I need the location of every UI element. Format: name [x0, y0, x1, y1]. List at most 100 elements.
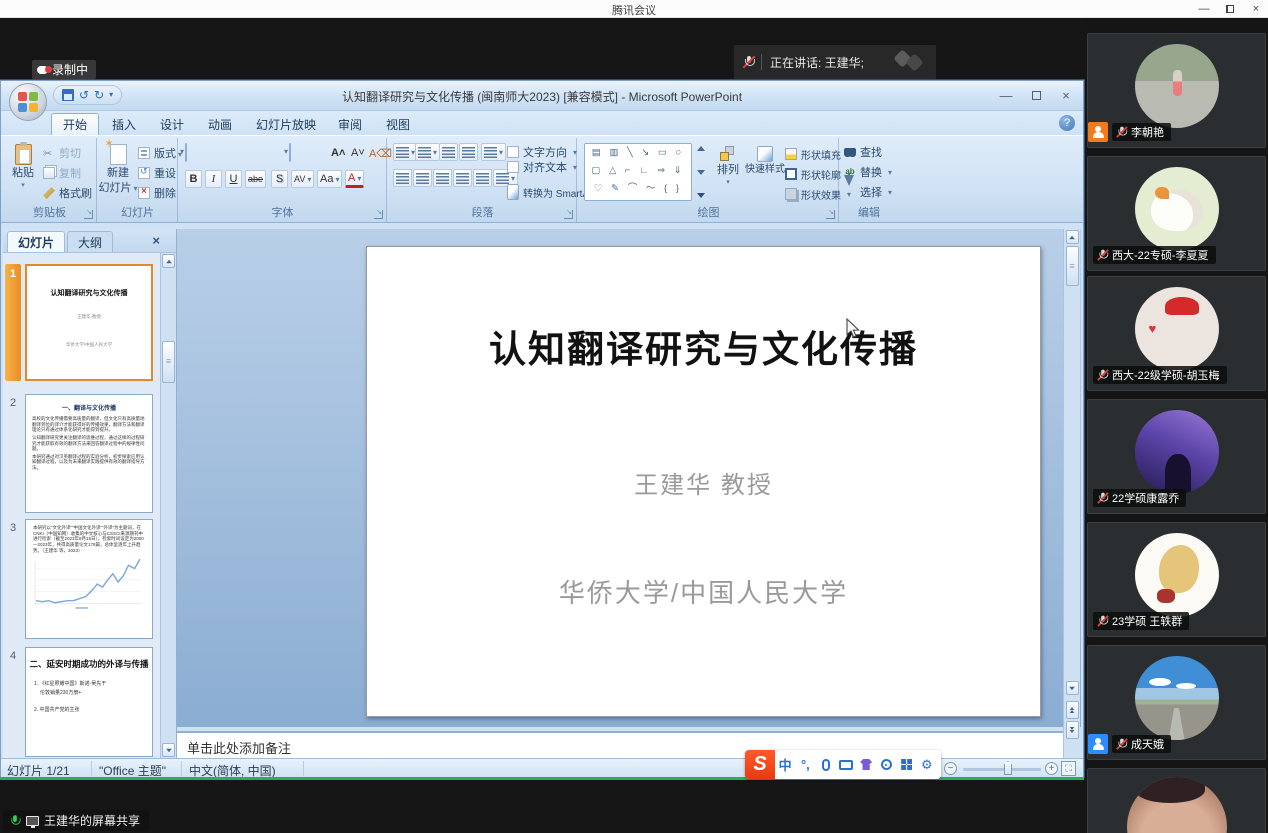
character-spacing-button[interactable]: AV: [291, 170, 314, 188]
zoom-slider-thumb[interactable]: [1004, 761, 1012, 775]
select-button[interactable]: 选择: [844, 183, 892, 201]
tab-animations[interactable]: 动画: [197, 113, 243, 135]
new-slide-button[interactable]: 新建 幻灯片: [98, 140, 138, 194]
tab-home[interactable]: 开始: [51, 113, 99, 135]
ppt-minimize-button[interactable]: —: [991, 85, 1021, 105]
tab-slides-thumbnails[interactable]: 幻灯片: [7, 231, 65, 252]
delete-slide-button[interactable]: 删除: [138, 184, 176, 202]
distribute-button[interactable]: [473, 169, 492, 187]
align-left-button[interactable]: [393, 169, 412, 187]
os-minimize-button[interactable]: —: [1192, 0, 1216, 18]
slide-thumbnail-4[interactable]: 二、延安时期成功的外译与传播 1. 《红星照耀中国》斯诺-吴先干 伦敦销量230…: [25, 647, 153, 757]
slide-thumbnail-3[interactable]: 本研究以“文化外译”“中国文化外译”“外译”为主题词，在CNKI（中国知网）收集…: [25, 519, 153, 639]
save-button[interactable]: [62, 89, 74, 101]
paste-dropdown[interactable]: ▾: [21, 182, 25, 190]
slide-author[interactable]: 王建华 教授: [367, 465, 1040, 500]
previous-slide-button[interactable]: [1066, 701, 1079, 719]
reset-button[interactable]: 重设: [138, 164, 176, 182]
undo-button[interactable]: ↺: [79, 89, 89, 101]
participant-tile[interactable]: [1087, 768, 1266, 833]
drawing-dialog-launcher[interactable]: ↘: [826, 210, 835, 219]
tab-design[interactable]: 设计: [149, 113, 195, 135]
office-button[interactable]: [9, 83, 47, 121]
scroll-thumb[interactable]: [1066, 246, 1079, 286]
fit-to-window-button[interactable]: ⛶: [1061, 761, 1076, 776]
participant-tile[interactable]: 成天娥: [1087, 645, 1266, 760]
redo-button[interactable]: ↻: [94, 89, 104, 101]
clipboard-dialog-launcher[interactable]: ↘: [84, 210, 93, 219]
ime-soft-keyboard-button[interactable]: [836, 760, 856, 770]
font-color-button[interactable]: A: [345, 170, 364, 188]
scroll-down-button[interactable]: [1066, 681, 1079, 695]
bold-button[interactable]: B: [185, 170, 202, 188]
strikethrough-button[interactable]: abe: [245, 170, 266, 188]
shape-gallery[interactable]: ▤ ▥ ╲ ↘ ▭ ○ ▢ △ ⌐ ∟ ⇒ ⇓ ♡ ✎ ⌒ ～ { }: [584, 143, 692, 201]
os-restore-button[interactable]: [1218, 0, 1242, 18]
align-right-button[interactable]: [433, 169, 452, 187]
zoom-slider-track[interactable]: [963, 768, 1041, 771]
ppt-close-button[interactable]: ×: [1051, 85, 1081, 105]
align-center-button[interactable]: [413, 169, 432, 187]
text-shadow-button[interactable]: S: [271, 170, 288, 188]
tab-slideshow[interactable]: 幻灯片放映: [245, 113, 327, 135]
ime-toolbox-button[interactable]: [897, 759, 917, 770]
participant-tile[interactable]: 22学硕康露乔: [1087, 399, 1266, 514]
line-spacing-button[interactable]: [481, 143, 506, 161]
paragraph-dialog-launcher[interactable]: ↘: [564, 210, 573, 219]
ime-voice-button[interactable]: [816, 759, 836, 771]
next-slide-button[interactable]: [1066, 721, 1079, 739]
slide-canvas[interactable]: 认知翻译研究与文化传播 王建华 教授 华侨大学/中国人民大学: [366, 246, 1041, 717]
tab-review[interactable]: 审阅: [327, 113, 373, 135]
participant-tile[interactable]: 西大-22专硕-李夏夏: [1087, 156, 1266, 271]
participant-tile[interactable]: 李朝艳: [1087, 33, 1266, 148]
slide-thumbnail-1[interactable]: 认知翻译研究与文化传播 王建华 教授 华侨大学/中国人民大学: [25, 264, 153, 381]
justify-button[interactable]: [453, 169, 472, 187]
paste-button[interactable]: 粘贴 ▾: [5, 140, 41, 190]
panel-close-button[interactable]: ×: [152, 233, 160, 248]
os-close-button[interactable]: ×: [1244, 0, 1268, 18]
font-dialog-launcher[interactable]: ↘: [374, 210, 383, 219]
slide-thumbnail-2[interactable]: 一、翻译与文化传播 高校的文化传播需要高质量的翻译，但文化只有高质量地翻译到位的…: [25, 394, 153, 513]
font-name-combo[interactable]: [185, 143, 187, 162]
zoom-in-button[interactable]: +: [1045, 762, 1058, 775]
help-button[interactable]: ?: [1059, 115, 1075, 131]
ime-settings-button[interactable]: ⚙: [917, 757, 937, 773]
tab-outline[interactable]: 大纲: [67, 231, 113, 252]
qat-customize-button[interactable]: ▾: [109, 91, 113, 99]
zoom-out-button[interactable]: −: [944, 762, 957, 775]
ime-punctuation-button[interactable]: °,: [795, 757, 815, 772]
participant-tile[interactable]: 23学硕 王轶群: [1087, 522, 1266, 637]
find-button[interactable]: 查找: [844, 143, 882, 161]
shrink-font-button[interactable]: A˅: [349, 144, 367, 162]
slide-title[interactable]: 认知翻译研究与文化传播: [367, 319, 1040, 373]
quick-styles-button[interactable]: 快速样式: [745, 142, 785, 176]
tab-view[interactable]: 视图: [375, 113, 421, 135]
change-case-button[interactable]: Aa: [317, 170, 342, 188]
ime-emoji-button[interactable]: [876, 759, 896, 770]
ppt-maximize-button[interactable]: [1021, 85, 1051, 105]
cut-button[interactable]: 剪切: [43, 144, 81, 162]
thumb-scroll-down[interactable]: [162, 743, 175, 757]
scroll-up-button[interactable]: [1066, 230, 1079, 244]
underline-button[interactable]: U: [225, 170, 242, 188]
layout-button[interactable]: 版式: [138, 144, 182, 162]
font-size-combo[interactable]: [289, 143, 291, 162]
slide-affiliation[interactable]: 华侨大学/中国人民大学: [367, 573, 1040, 610]
increase-indent-button[interactable]: [459, 143, 478, 161]
grow-font-button[interactable]: A˄: [329, 144, 347, 162]
arrange-button[interactable]: 排列 ▾: [711, 142, 745, 187]
italic-button[interactable]: I: [205, 170, 222, 188]
thumb-scroll-thumb[interactable]: [162, 341, 175, 383]
decrease-indent-button[interactable]: [439, 143, 458, 161]
thumbnails-scrollbar[interactable]: [160, 253, 176, 758]
thumb-scroll-up[interactable]: [162, 254, 175, 268]
format-painter-button[interactable]: 格式刷: [43, 184, 92, 202]
sogou-logo-icon[interactable]: S: [745, 750, 775, 779]
ime-chinese-mode-button[interactable]: 中: [775, 755, 795, 774]
tab-insert[interactable]: 插入: [101, 113, 147, 135]
copy-button[interactable]: 复制: [43, 164, 81, 182]
ime-skin-button[interactable]: [856, 759, 876, 770]
shape-gallery-scroll[interactable]: [695, 143, 707, 201]
main-vertical-scrollbar[interactable]: [1063, 229, 1080, 758]
align-text-button[interactable]: 对齐文本: [507, 158, 577, 176]
